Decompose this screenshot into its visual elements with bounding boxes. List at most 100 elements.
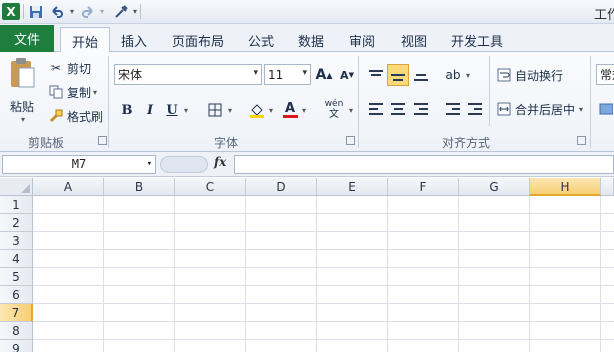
customize-tool-icon[interactable] — [112, 3, 130, 20]
align-bottom-icon[interactable] — [410, 64, 432, 86]
redo-dropdown-icon[interactable]: ▾ — [97, 3, 105, 20]
redo-icon[interactable] — [79, 3, 97, 20]
copy-button[interactable]: 复制 ▾ — [48, 83, 97, 101]
toolbar-divider — [140, 4, 141, 19]
wrap-text-label: 自动换行 — [515, 68, 564, 83]
customize-dropdown-icon[interactable]: ▾ — [131, 3, 137, 20]
font-size-combo[interactable]: 11 ▾ — [264, 64, 311, 85]
currency-format-icon[interactable] — [598, 98, 614, 120]
font-name-value: 宋体 — [118, 68, 143, 82]
decrease-indent-icon[interactable] — [442, 98, 464, 120]
wrap-text-icon — [496, 68, 512, 82]
tab-developer[interactable]: 开发工具 — [444, 27, 510, 53]
paste-label: 粘贴 — [9, 100, 34, 114]
clipboard-launcher-icon[interactable] — [98, 136, 107, 145]
select-all-corner[interactable] — [0, 178, 33, 196]
save-icon[interactable] — [27, 3, 44, 20]
font-group-label: 字体 — [213, 136, 238, 150]
clipboard-group-label: 剪贴板 — [27, 136, 64, 150]
format-painter-button[interactable]: 格式刷 — [48, 107, 103, 125]
alignment-group-label: 对齐方式 — [441, 136, 490, 150]
tab-file[interactable]: 文件 — [0, 25, 54, 52]
cell-area[interactable] — [33, 196, 614, 352]
column-header-d[interactable]: D — [246, 178, 317, 196]
row-header-1[interactable]: 1 — [0, 196, 33, 214]
number-format-value: 常规 — [600, 68, 614, 82]
column-header-e[interactable]: E — [317, 178, 388, 196]
row-header-2[interactable]: 2 — [0, 214, 33, 232]
column-header-i[interactable] — [601, 178, 614, 196]
borders-icon[interactable] — [204, 99, 226, 121]
name-box[interactable]: M7 ▾ — [2, 155, 156, 174]
tab-view[interactable]: 视图 — [393, 27, 435, 53]
italic-button[interactable]: I — [139, 99, 161, 121]
align-right-icon[interactable] — [410, 98, 432, 120]
undo-dropdown-icon[interactable]: ▾ — [67, 3, 75, 20]
formula-buttons-pill — [160, 156, 208, 173]
row-header-8[interactable]: 8 — [0, 322, 33, 340]
tab-page-layout[interactable]: 页面布局 — [166, 27, 230, 53]
wrap-text-button[interactable]: 自动换行 — [496, 65, 563, 85]
font-color-dropdown-icon[interactable]: ▾ — [298, 99, 308, 121]
row-header-5[interactable]: 5 — [0, 268, 33, 286]
paste-button[interactable]: 粘贴 ▾ — [6, 56, 38, 138]
font-name-combo[interactable]: 宋体 ▾ — [114, 64, 262, 85]
row-header-4[interactable]: 4 — [0, 250, 33, 268]
column-header-c[interactable]: C — [175, 178, 246, 196]
undo-icon[interactable] — [48, 3, 66, 20]
orientation-icon[interactable]: ab — [442, 64, 464, 86]
font-launcher-icon[interactable] — [346, 136, 355, 145]
grow-font-icon[interactable]: A ▲ — [313, 64, 335, 86]
copy-label: 复制 — [67, 85, 92, 100]
insert-function-icon[interactable]: fx — [214, 155, 226, 169]
column-header-b[interactable]: B — [104, 178, 175, 196]
merge-cells-icon — [496, 102, 512, 116]
align-center-icon[interactable] — [387, 98, 409, 120]
paste-icon — [11, 58, 35, 88]
borders-dropdown-icon[interactable]: ▾ — [224, 99, 234, 121]
merge-dropdown-icon: ▾ — [579, 104, 584, 114]
alignment-launcher-icon[interactable] — [577, 136, 586, 145]
paste-dropdown-icon: ▾ — [20, 115, 25, 124]
align-left-icon[interactable] — [365, 98, 387, 120]
bold-button[interactable]: B — [116, 99, 138, 121]
fill-color-dropdown-icon[interactable]: ▾ — [265, 99, 275, 121]
shrink-font-icon[interactable]: A ▼ — [336, 64, 358, 86]
underline-dropdown-icon[interactable]: ▾ — [180, 99, 190, 121]
group-divider — [358, 56, 359, 148]
row-header-9[interactable]: 9 — [0, 340, 33, 352]
column-header-g[interactable]: G — [459, 178, 530, 196]
align-middle-icon[interactable] — [387, 64, 409, 86]
font-size-value: 11 — [268, 67, 284, 82]
column-header-f[interactable]: F — [388, 178, 459, 196]
orientation-dropdown-icon[interactable]: ▾ — [462, 64, 472, 86]
window-title: 工作 — [594, 8, 614, 23]
tab-data[interactable]: 数据 — [290, 27, 332, 53]
row-header-3[interactable]: 3 — [0, 232, 33, 250]
formula-input[interactable] — [234, 155, 614, 174]
number-format-combo[interactable]: 常规 — [596, 64, 614, 85]
row-header-6[interactable]: 6 — [0, 286, 33, 304]
phonetic-dropdown-icon[interactable]: ▾ — [345, 99, 355, 121]
excel-logo-icon[interactable]: X — [2, 3, 20, 20]
column-header-a[interactable]: A — [33, 178, 104, 196]
group-divider — [489, 56, 490, 126]
phonetic-guide-icon[interactable]: wén 文 — [322, 99, 346, 121]
chevron-down-icon: ▾ — [146, 159, 152, 169]
cut-label: 剪切 — [67, 61, 92, 76]
copy-dropdown-icon: ▾ — [93, 87, 98, 97]
paintbrush-icon — [48, 109, 64, 123]
column-header-h[interactable]: H — [530, 178, 601, 196]
merge-center-button[interactable]: 合并后居中 ▾ — [496, 99, 583, 119]
align-top-icon[interactable] — [365, 64, 387, 86]
tab-insert[interactable]: 插入 — [113, 27, 155, 53]
tab-review[interactable]: 审阅 — [341, 27, 383, 53]
merge-center-label: 合并后居中 — [515, 102, 576, 117]
toolbar-divider — [23, 4, 24, 19]
increase-indent-icon[interactable] — [464, 98, 486, 120]
cut-button[interactable]: ✂ 剪切 — [48, 59, 91, 77]
tab-home[interactable]: 开始 — [60, 27, 110, 54]
ribbon-home: 粘贴 ▾ ✂ 剪切 复制 ▾ 格式刷 剪贴板 宋体 ▾ 11 ▾ A ▲ A ▼ B… — [0, 52, 614, 152]
row-header-7[interactable]: 7 — [0, 304, 33, 322]
tab-formulas[interactable]: 公式 — [240, 27, 282, 53]
